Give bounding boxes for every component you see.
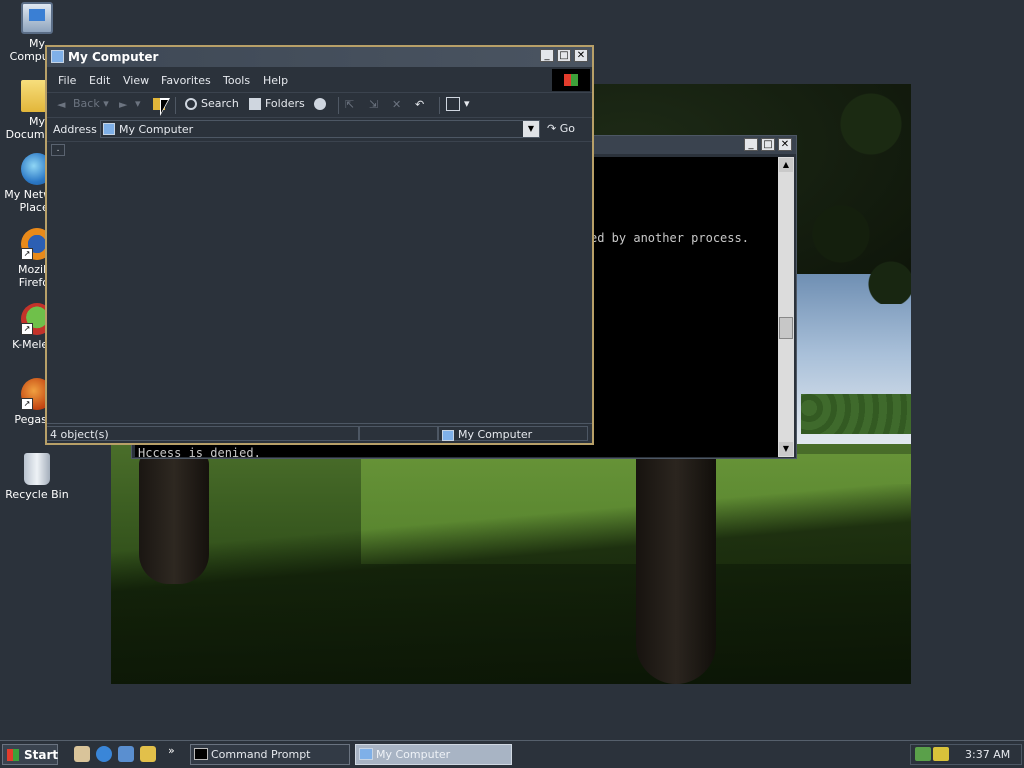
folders-label: Folders xyxy=(265,97,305,110)
copy-to-button[interactable]: ⇲ xyxy=(369,97,385,114)
status-bar: 4 object(s) My Computer xyxy=(47,423,592,443)
cmd-maximize-button[interactable]: □ xyxy=(761,138,775,151)
search-icon xyxy=(185,98,197,110)
address-dropdown-arrow[interactable]: ▼ xyxy=(523,121,539,137)
maximize-button[interactable]: □ xyxy=(557,49,571,62)
start-button[interactable]: Start xyxy=(2,744,58,765)
forward-arrow-icon: ► xyxy=(119,98,128,111)
history-button[interactable] xyxy=(314,97,330,114)
address-value: My Computer xyxy=(119,123,194,136)
computer-icon xyxy=(359,748,373,760)
menu-bar: File Edit View Favorites Tools Help xyxy=(47,68,592,93)
menu-favorites[interactable]: Favorites xyxy=(161,74,211,87)
computer-icon xyxy=(103,123,115,135)
cmd-close-button[interactable]: ✕ xyxy=(778,138,792,151)
computer-icon xyxy=(51,50,64,63)
menu-file[interactable]: File xyxy=(58,74,76,87)
explorer-icon[interactable] xyxy=(140,746,156,762)
taskbar-button-my-computer[interactable]: My Computer xyxy=(355,744,512,765)
back-label: Back xyxy=(73,97,100,110)
cmd-minimize-button[interactable]: _ xyxy=(744,138,758,151)
folders-icon xyxy=(249,98,261,110)
show-desktop-icon[interactable] xyxy=(74,746,90,762)
address-bar: Address My Computer ▼ ↷ Go xyxy=(47,118,592,142)
window-titlebar[interactable]: My Computer _ □ ✕ xyxy=(47,47,592,67)
undo-button[interactable]: ↶ xyxy=(415,97,431,114)
menu-edit[interactable]: Edit xyxy=(89,74,110,87)
taskbar-button-command-prompt[interactable]: Command Prompt xyxy=(190,744,350,765)
file-list-pane[interactable]: . xyxy=(47,142,592,426)
go-button[interactable]: ↷ Go xyxy=(547,122,575,135)
back-button[interactable]: ◄ Back ▾ xyxy=(57,97,109,114)
views-button[interactable]: ▾ xyxy=(446,97,470,114)
undo-icon: ↶ xyxy=(415,98,425,111)
desktop-icon-label: Recycle Bin xyxy=(5,488,69,501)
go-arrow-icon: ↷ xyxy=(547,122,560,135)
go-label: Go xyxy=(559,122,575,135)
address-label: Address xyxy=(53,123,97,136)
recycle-bin-icon xyxy=(24,453,50,485)
address-input[interactable]: My Computer ▼ xyxy=(100,120,540,138)
my-computer-window[interactable]: My Computer _ □ ✕ File Edit View Favorit… xyxy=(45,45,594,445)
mouse-cursor-icon xyxy=(160,98,170,116)
toolbar-separator xyxy=(338,97,339,114)
cmd-output-line: Hccess is denied. xyxy=(138,446,261,457)
windows-logo-icon xyxy=(552,69,590,91)
list-item[interactable]: . xyxy=(51,144,65,156)
system-tray: 3:37 AM xyxy=(910,744,1022,765)
quick-launch-more-button[interactable]: » xyxy=(168,744,175,757)
views-icon xyxy=(446,97,460,111)
status-location: My Computer xyxy=(458,428,533,441)
delete-icon: ✕ xyxy=(392,98,402,111)
volume-tray-icon[interactable] xyxy=(933,747,949,761)
outlook-express-icon[interactable] xyxy=(118,746,134,762)
move-to-icon: ⇱ xyxy=(345,98,355,111)
search-label: Search xyxy=(201,97,239,110)
menu-help[interactable]: Help xyxy=(263,74,288,87)
scroll-down-arrow[interactable]: ▼ xyxy=(779,442,793,456)
copy-to-icon: ⇲ xyxy=(369,98,379,111)
taskbar-button-label: My Computer xyxy=(376,748,451,761)
computer-icon xyxy=(442,429,454,441)
start-label: Start xyxy=(24,748,59,762)
status-zone: My Computer xyxy=(438,426,588,441)
scroll-thumb[interactable] xyxy=(779,317,793,339)
clock[interactable]: 3:37 AM xyxy=(965,748,1010,761)
windows-flag-icon xyxy=(7,749,19,761)
delete-button[interactable]: ✕ xyxy=(392,97,408,114)
minimize-button[interactable]: _ xyxy=(540,49,554,62)
forward-button[interactable]: ► ▾ xyxy=(119,97,141,114)
command-prompt-icon xyxy=(194,748,208,760)
menu-view[interactable]: View xyxy=(123,74,149,87)
search-button[interactable]: Search xyxy=(185,97,239,114)
taskbar: Start » Command Prompt My Computer 3:37 … xyxy=(0,740,1024,768)
close-button[interactable]: ✕ xyxy=(574,49,588,62)
folders-button[interactable]: Folders xyxy=(249,97,305,114)
toolbar-separator xyxy=(175,97,176,114)
window-title: My Computer xyxy=(68,50,159,64)
scroll-up-arrow[interactable]: ▲ xyxy=(779,158,793,172)
desktop-icon-recycle-bin[interactable]: Recycle Bin xyxy=(0,453,74,501)
computer-icon xyxy=(21,2,53,34)
standard-toolbar: ◄ Back ▾ ► ▾ Search Folders ⇱ ⇲ ✕ ↶ ▾ xyxy=(47,93,592,118)
toolbar-separator xyxy=(439,97,440,114)
cmd-scrollbar[interactable]: ▲ ▼ xyxy=(778,157,794,457)
internet-explorer-icon[interactable] xyxy=(96,746,112,762)
taskbar-button-label: Command Prompt xyxy=(211,748,311,761)
back-arrow-icon: ◄ xyxy=(57,98,66,111)
network-tray-icon[interactable] xyxy=(915,747,931,761)
cmd-output-line: ed by another process. xyxy=(590,231,749,245)
status-size xyxy=(359,426,438,441)
menu-tools[interactable]: Tools xyxy=(223,74,250,87)
move-to-button[interactable]: ⇱ xyxy=(345,97,361,114)
history-icon xyxy=(314,98,326,110)
status-object-count: 4 object(s) xyxy=(47,426,359,441)
